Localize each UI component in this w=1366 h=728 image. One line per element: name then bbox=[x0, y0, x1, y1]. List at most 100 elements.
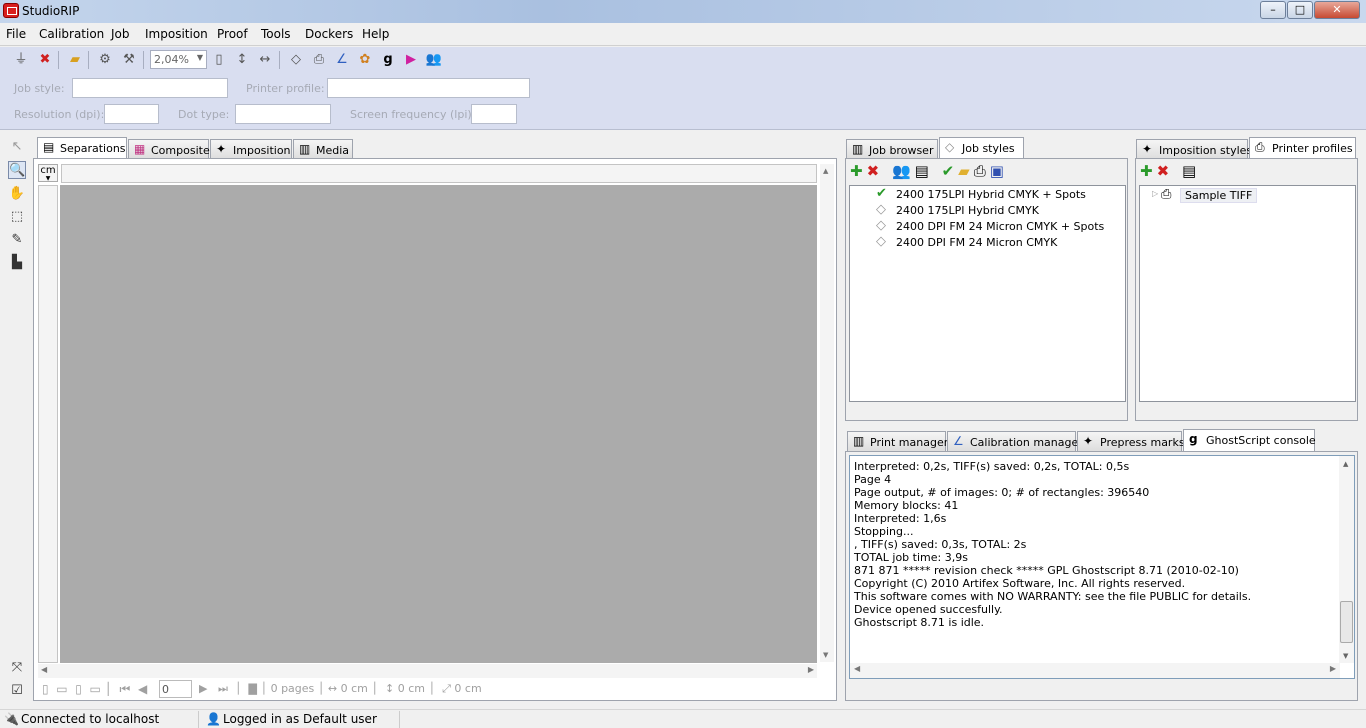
properties-icon[interactable]: ▤ bbox=[1182, 162, 1200, 180]
portrait-icon[interactable]: ▯ bbox=[42, 682, 49, 696]
tab-label: Print manager bbox=[870, 436, 949, 449]
item-label: 2400 DPI FM 24 Micron CMYK + Spots bbox=[896, 220, 1105, 233]
screen-frequency-label: Screen frequency (lpi): bbox=[350, 108, 476, 121]
open-folder-icon[interactable]: ▰ bbox=[66, 52, 84, 68]
console-scrollbar[interactable]: ▲ ▼ bbox=[1339, 456, 1354, 663]
landscape-flip-icon[interactable]: ▭ bbox=[89, 682, 100, 696]
new-folder-icon[interactable]: ▰ bbox=[958, 162, 974, 180]
close-button[interactable]: ✕ bbox=[1314, 1, 1360, 19]
horizontal-scrollbar[interactable]: ◀ ▶ bbox=[38, 664, 817, 678]
tag-icon: ◇ bbox=[876, 202, 886, 217]
prev-page-icon[interactable]: ◀ bbox=[138, 682, 147, 696]
console-line: TOTAL job time: 3,9s bbox=[854, 551, 968, 564]
pages-icon: ▇ bbox=[248, 682, 257, 695]
users-icon[interactable]: 👥 bbox=[425, 52, 443, 68]
tag-icon: ◇ bbox=[876, 234, 886, 249]
disconnect-icon[interactable]: ✖ bbox=[36, 52, 54, 68]
fit-width-icon[interactable]: ↔ bbox=[256, 52, 274, 68]
fit-height-icon[interactable]: ↕ bbox=[233, 52, 251, 68]
console-output[interactable]: Interpreted: 0,2s, TIFF(s) saved: 0,2s, … bbox=[849, 455, 1355, 679]
first-page-icon[interactable]: ⏮ bbox=[120, 682, 131, 696]
menu-calibration[interactable]: Calibration bbox=[39, 27, 104, 41]
users-icon[interactable]: 👥 bbox=[892, 162, 915, 180]
tab-imposition-styles[interactable]: ✦ Imposition styles bbox=[1136, 139, 1252, 160]
delete-icon[interactable]: ✖ bbox=[1157, 162, 1174, 180]
densitometer-tool-icon[interactable]: ▙ bbox=[8, 254, 26, 272]
console-hscrollbar[interactable]: ◀ ▶ bbox=[850, 663, 1340, 678]
maximize-button[interactable]: □ bbox=[1287, 1, 1313, 19]
rip-icon[interactable]: ⚙ bbox=[96, 52, 114, 68]
expand-arrow-icon[interactable]: ▷ bbox=[1152, 189, 1158, 198]
tab-composite[interactable]: ▦ Composite bbox=[128, 139, 210, 160]
dot-type-field[interactable] bbox=[235, 104, 331, 124]
list-item[interactable]: ✔ 2400 175LPI Hybrid CMYK + Spots bbox=[876, 186, 1086, 201]
add-icon[interactable]: ✚ bbox=[850, 162, 867, 180]
menu-file[interactable]: File bbox=[6, 27, 26, 41]
stop-rip-icon[interactable]: ⚒ bbox=[120, 52, 138, 68]
last-page-icon[interactable]: ⏭ bbox=[218, 682, 228, 695]
tab-print-manager[interactable]: ▥ Print manager bbox=[847, 431, 949, 452]
screen-frequency-field[interactable] bbox=[471, 104, 517, 124]
fit-all-icon[interactable]: ⤧ bbox=[8, 659, 26, 677]
next-page-icon[interactable]: ▶ bbox=[199, 682, 207, 695]
tab-ghostscript-console[interactable]: g GhostScript console bbox=[1183, 429, 1316, 452]
job-style-field[interactable] bbox=[72, 78, 228, 98]
scrollbar-thumb[interactable] bbox=[1340, 601, 1353, 643]
minimize-button[interactable]: – bbox=[1260, 1, 1286, 19]
tab-media[interactable]: ▥ Media bbox=[293, 139, 353, 160]
menu-tools[interactable]: Tools bbox=[261, 27, 291, 41]
list-item[interactable]: ◇ 2400 DPI FM 24 Micron CMYK bbox=[876, 234, 1057, 249]
menu-imposition[interactable]: Imposition bbox=[145, 27, 208, 41]
ghostscript-icon[interactable]: g bbox=[379, 52, 397, 68]
check-tool-icon[interactable]: ☑ bbox=[8, 682, 26, 700]
zoom-tool-icon[interactable]: 🔍 bbox=[8, 161, 26, 179]
menu-proof[interactable]: Proof bbox=[217, 27, 248, 41]
pan-tool-icon[interactable]: ✋ bbox=[8, 185, 26, 203]
list-item[interactable]: ◇ 2400 175LPI Hybrid CMYK bbox=[876, 202, 1039, 217]
printer-icon[interactable]: ⎙ bbox=[974, 162, 990, 180]
preview-canvas[interactable] bbox=[60, 185, 817, 663]
menu-help[interactable]: Help bbox=[362, 27, 389, 41]
tab-job-styles[interactable]: ◇ Job styles bbox=[939, 137, 1024, 160]
window-title: StudioRIP bbox=[22, 4, 80, 18]
save-icon[interactable]: ▣ bbox=[990, 162, 1008, 180]
menu-job[interactable]: Job bbox=[111, 27, 130, 41]
pointer-tool-icon[interactable]: ↖ bbox=[8, 138, 26, 156]
active-check-icon: ✔ bbox=[876, 186, 887, 201]
tab-calibration-manager[interactable]: ∠ Calibration manager bbox=[947, 431, 1083, 452]
edit-tool-icon[interactable]: ✎ bbox=[8, 231, 26, 249]
page-number-input[interactable]: 0 bbox=[159, 680, 192, 698]
landscape-icon[interactable]: ▭ bbox=[56, 682, 67, 696]
calibration-icon[interactable]: ∠ bbox=[333, 52, 351, 68]
item-label: 2400 175LPI Hybrid CMYK + Spots bbox=[896, 188, 1086, 201]
portrait-flip-icon[interactable]: ▯ bbox=[75, 682, 82, 696]
tab-job-browser[interactable]: ▥ Job browser bbox=[846, 139, 938, 160]
add-icon[interactable]: ✚ bbox=[1140, 162, 1157, 180]
console-line: Copyright (C) 2010 Artifex Software, Inc… bbox=[854, 577, 1186, 590]
job-styles-icon[interactable]: ◇ bbox=[287, 52, 305, 68]
color-profile-icon[interactable]: ▶ bbox=[402, 52, 420, 68]
palette-icon[interactable]: ✿ bbox=[356, 52, 374, 68]
activate-icon[interactable]: ✔ bbox=[942, 162, 959, 180]
zoom-combo[interactable]: 2,04% ▼ bbox=[150, 50, 207, 69]
tab-prepress-marks[interactable]: ✦ Prepress marks bbox=[1077, 431, 1185, 452]
tab-imposition[interactable]: ✦ Imposition bbox=[210, 139, 292, 160]
unit-selector[interactable]: cm ▼ bbox=[38, 164, 58, 182]
measure-tool-icon[interactable]: ⬚ bbox=[8, 208, 26, 226]
connect-icon[interactable]: ⏚ bbox=[12, 52, 30, 68]
printer-profile-field[interactable] bbox=[327, 78, 530, 98]
printer-profiles-list: ▷ ⎙ Sample TIFF bbox=[1139, 185, 1356, 402]
printer-icon[interactable]: ⎙ bbox=[310, 52, 328, 68]
properties-icon[interactable]: ▤ bbox=[915, 162, 933, 180]
list-item[interactable]: ⎙ Sample TIFF bbox=[1161, 187, 1258, 203]
print-manager-icon: ▥ bbox=[853, 434, 865, 448]
vertical-scrollbar[interactable]: ▲ ▼ bbox=[820, 164, 834, 662]
tab-separations[interactable]: ▤ Separations bbox=[37, 137, 127, 160]
resolution-field[interactable] bbox=[104, 104, 159, 124]
delete-icon[interactable]: ✖ bbox=[867, 162, 884, 180]
job-style-label: Job style: bbox=[14, 82, 65, 95]
fit-page-icon[interactable]: ▯ bbox=[210, 52, 228, 68]
menu-dockers[interactable]: Dockers bbox=[305, 27, 353, 41]
list-item[interactable]: ◇ 2400 DPI FM 24 Micron CMYK + Spots bbox=[876, 218, 1105, 233]
tab-printer-profiles[interactable]: ⎙ Printer profiles bbox=[1249, 137, 1356, 160]
